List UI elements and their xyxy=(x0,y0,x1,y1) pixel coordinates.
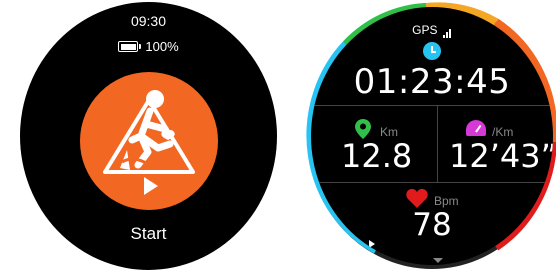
battery-percent: 100% xyxy=(145,39,179,54)
battery-status: 100% xyxy=(20,39,277,54)
heart-rate-value: 78 xyxy=(412,207,452,243)
divider xyxy=(437,105,438,182)
clock-time: 09:30 xyxy=(130,13,167,29)
gps-label: GPS xyxy=(412,23,438,37)
watch-face: GPS 01:23:45 Km 12.8 /Km 12’43” Bpm 78 xyxy=(311,7,553,265)
clock-icon xyxy=(423,42,441,60)
arrow-right-icon[interactable] xyxy=(369,240,375,248)
divider xyxy=(311,182,553,183)
start-workout-button[interactable] xyxy=(80,72,218,210)
location-pin-icon xyxy=(355,119,371,139)
watch-workout-screen: GPS 01:23:45 Km 12.8 /Km 12’43” Bpm 78 xyxy=(306,2,556,270)
heart-icon xyxy=(406,188,428,208)
divider xyxy=(311,105,553,106)
workout-duration: 01:23:45 xyxy=(353,62,511,102)
watch-home-screen: 09:30 100% Start xyxy=(20,2,277,270)
battery-icon xyxy=(118,41,142,52)
chevron-down-icon[interactable] xyxy=(433,258,443,263)
gps-status: GPS xyxy=(311,23,553,38)
play-icon xyxy=(144,177,158,195)
start-label[interactable]: Start xyxy=(20,224,277,244)
heart-rate-unit: Bpm xyxy=(434,194,459,208)
speedometer-icon xyxy=(466,120,486,136)
signal-icon xyxy=(442,24,452,38)
pace-value: 12’43” xyxy=(449,137,553,175)
distance-value: 12.8 xyxy=(341,137,413,175)
